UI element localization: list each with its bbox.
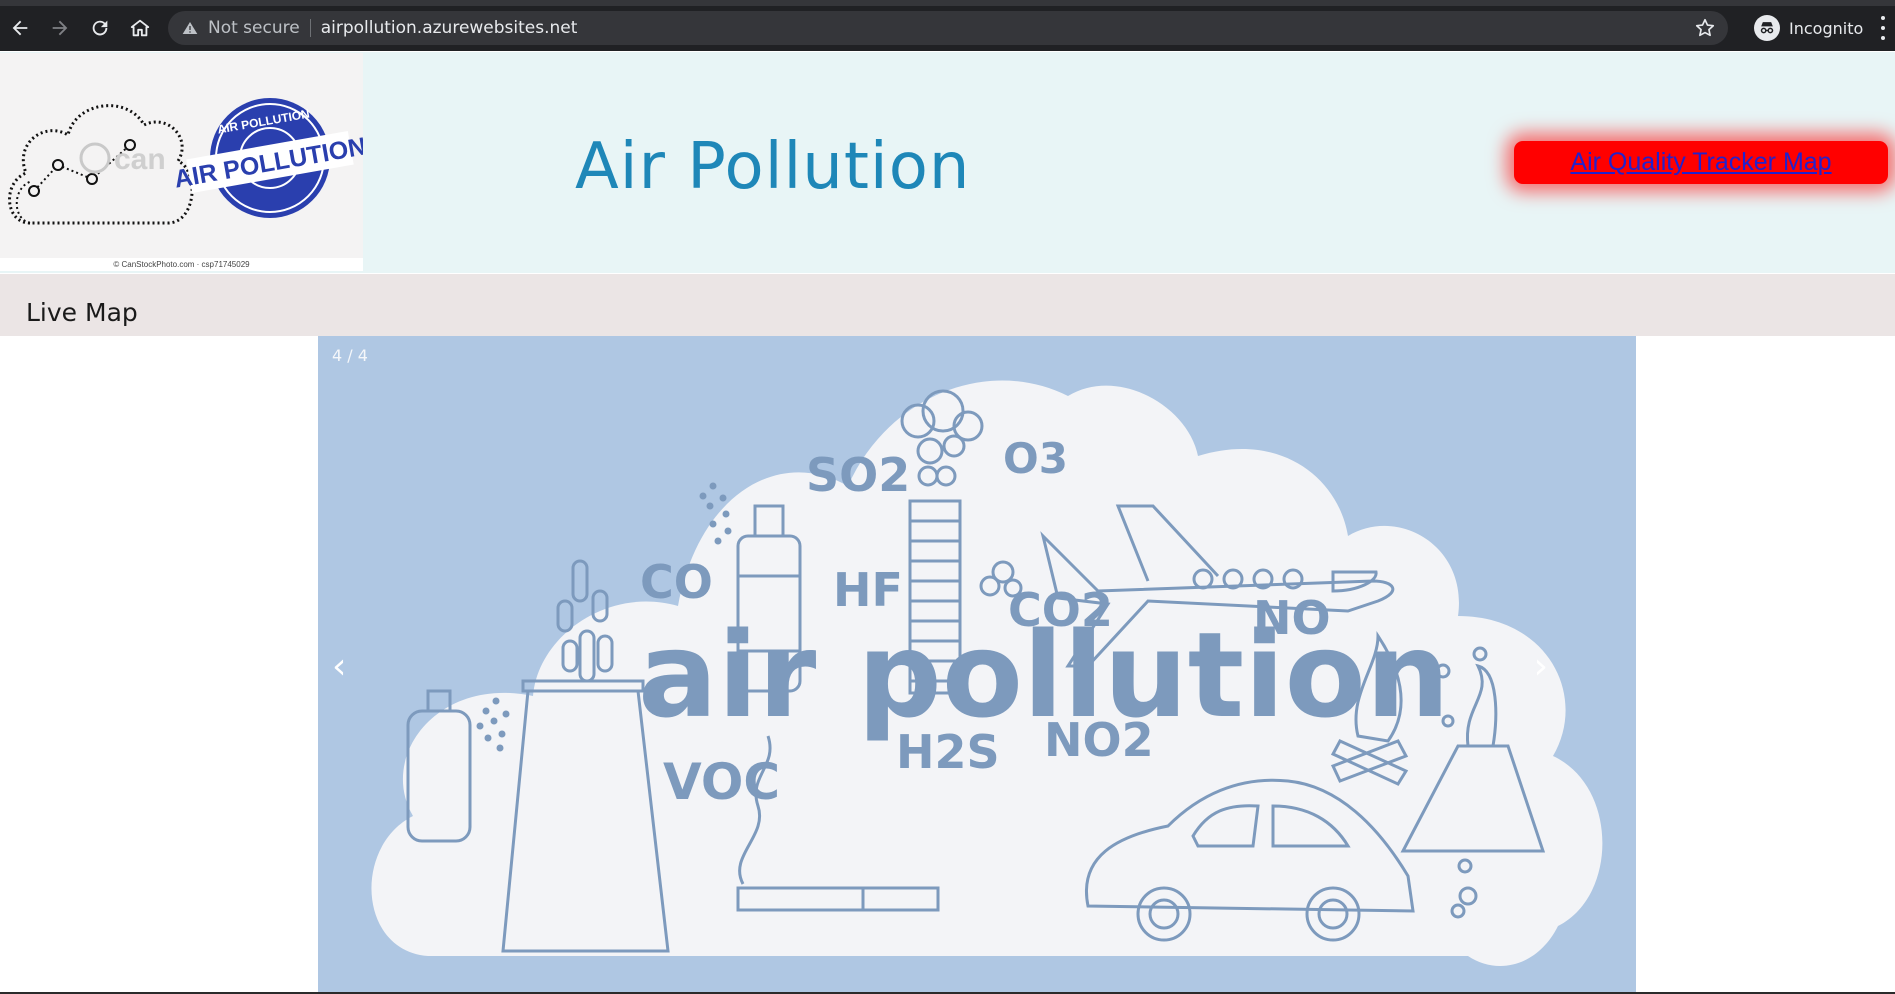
slide-counter: 4 / 4	[332, 346, 368, 365]
bookmark-star-icon[interactable]	[1694, 17, 1716, 39]
forward-arrow-icon	[52, 20, 68, 36]
air-pollution-stamp-icon: AIR POLLUTION AIR POLLUTION ★ ★ ★	[172, 98, 368, 218]
forward-button[interactable]	[46, 14, 74, 42]
tab-strip-edge	[0, 0, 1895, 6]
logo-credit-text: © CanStockPhoto.com · csp71745029	[0, 258, 363, 271]
browser-toolbar: Not secure airpollution.azurewebsites.ne…	[0, 0, 1895, 51]
omnibox-separator	[309, 19, 311, 37]
co-label: CO	[640, 555, 713, 609]
security-status-label[interactable]: Not secure	[208, 18, 300, 38]
air-quality-tracker-link[interactable]: Air Quality Tracker Map	[1570, 148, 1831, 177]
reload-button[interactable]	[86, 14, 114, 42]
svg-text:can: can	[114, 143, 166, 176]
url-text[interactable]: airpollution.azurewebsites.net	[321, 18, 578, 38]
site-logo: can AIR POLLUTION AIR POLLUTION ★ ★ ★ © …	[0, 53, 368, 271]
previous-slide-button[interactable]: ‹	[332, 646, 346, 687]
reload-icon	[92, 20, 108, 36]
address-bar[interactable]: Not secure airpollution.azurewebsites.ne…	[168, 11, 1728, 45]
logo-graphic: can AIR POLLUTION AIR POLLUTION ★ ★ ★	[8, 98, 368, 225]
back-button[interactable]	[6, 14, 34, 42]
menu-dot-icon	[1881, 26, 1885, 30]
section-title: Live Map	[26, 298, 138, 327]
live-map-section-header: Live Map	[0, 274, 1895, 336]
menu-dot-icon	[1881, 36, 1885, 40]
next-slide-button[interactable]: ›	[1534, 646, 1548, 687]
home-icon	[130, 19, 150, 37]
air-pollution-slide-image: SO2 O3 CO HF CO2 NO VOC H2S NO2 air poll…	[371, 380, 1603, 966]
air-quality-tracker-button[interactable]: Air Quality Tracker Map	[1514, 141, 1888, 184]
warning-triangle-icon[interactable]	[182, 19, 200, 37]
back-arrow-icon	[12, 20, 28, 36]
site-header: can AIR POLLUTION AIR POLLUTION ★ ★ ★ © …	[0, 52, 1895, 273]
page-title: Air Pollution	[575, 130, 971, 204]
browser-menu-button[interactable]	[1878, 16, 1888, 40]
image-slideshow: SO2 O3 CO HF CO2 NO VOC H2S NO2 air poll…	[318, 336, 1636, 994]
so2-label: SO2	[806, 448, 910, 502]
incognito-indicator[interactable]: Incognito	[1744, 11, 1873, 45]
incognito-icon	[1754, 15, 1780, 41]
home-button[interactable]	[126, 14, 154, 42]
voc-label: VOC	[663, 753, 780, 811]
incognito-label: Incognito	[1789, 18, 1864, 38]
o3-label: O3	[1003, 434, 1068, 483]
menu-dot-icon	[1881, 16, 1885, 20]
slide-headline: air pollution	[638, 606, 1450, 744]
